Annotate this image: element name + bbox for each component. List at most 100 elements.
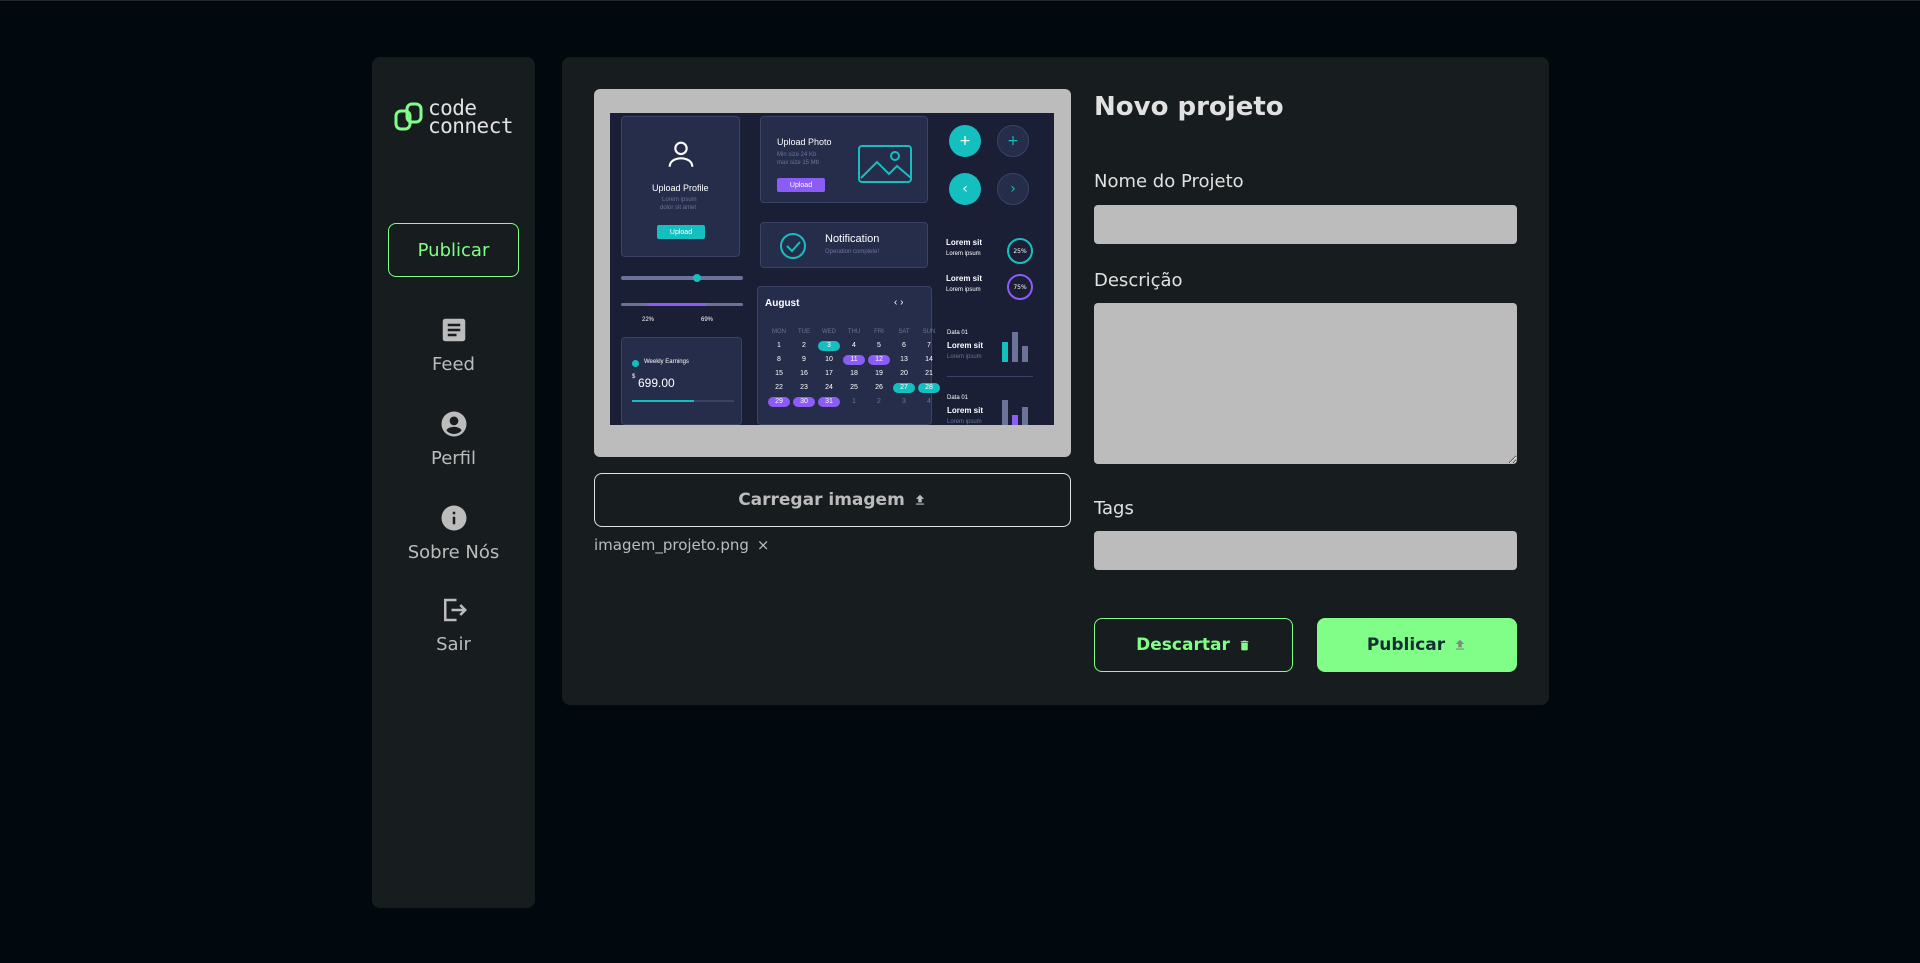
preview-earnings-amount: 699.00 — [638, 376, 675, 390]
info-icon — [441, 505, 466, 531]
preview-stat2-title: Lorem sit — [946, 274, 983, 283]
check-circle-icon — [780, 233, 806, 259]
calendar-day: 4 — [927, 398, 931, 405]
tags-input[interactable] — [1094, 531, 1517, 570]
trash-icon — [1240, 640, 1249, 650]
sidebar-item-label: Sair — [436, 634, 471, 655]
calendar-day-header: MON — [772, 329, 786, 335]
logo-text: code connect — [427, 98, 514, 138]
calendar-day: 3 — [818, 341, 840, 351]
preview-next-button-outline: › — [997, 173, 1029, 205]
sidebar-item-perfil[interactable]: Perfil — [388, 409, 519, 469]
preview-slider-track — [621, 276, 743, 280]
code-connect-logo-icon — [394, 102, 423, 131]
preview-stat1-title: Lorem sit — [946, 238, 983, 247]
calendar-day: 20 — [900, 370, 908, 377]
preview-calendar: August ‹ › MON TUE WED THU FRI SAT SUN 1 2 3 4 5 6 7 8… — [757, 286, 940, 425]
logo[interactable]: code connect — [394, 98, 514, 138]
preview-bar — [1012, 415, 1018, 425]
calendar-day: 1 — [852, 398, 856, 405]
calendar-day: 2 — [802, 342, 806, 349]
preview-bar — [1002, 342, 1008, 362]
sidebar-publish-button[interactable]: Publicar — [388, 223, 519, 277]
calendar-day: 14 — [925, 356, 933, 363]
preview-bars2-date: Data 01 — [947, 395, 969, 401]
calendar-day: 27 — [893, 383, 915, 393]
preview-range-low: 22% — [642, 317, 655, 323]
project-name-input[interactable] — [1094, 205, 1517, 244]
project-image-preview: Upload Profile Lorem ipsum dolor sit ame… — [610, 113, 1054, 425]
project-name-label: Nome do Projeto — [1094, 171, 1244, 192]
preview-bar — [1012, 332, 1018, 362]
calendar-day: 17 — [825, 370, 833, 377]
preview-upload-profile-desc1: Lorem ipsum — [662, 197, 697, 203]
preview-upload-photo-card: Upload Photo Min size 24 Kb max size 15 … — [760, 116, 928, 203]
logout-icon — [443, 598, 467, 622]
sidebar: code connect Publicar Feed Perfil Sobre … — [372, 57, 535, 908]
calendar-day: 25 — [850, 384, 858, 391]
upload-image-button[interactable]: Carregar imagem — [594, 473, 1071, 527]
calendar-day-header: SUN — [922, 329, 936, 335]
calendar-day: 13 — [900, 356, 908, 363]
calendar-day: 5 — [877, 342, 881, 349]
calendar-day: 16 — [800, 370, 808, 377]
upload-icon — [1456, 639, 1465, 650]
preview-calendar-month: August — [765, 298, 800, 309]
preview-bars2-title: Lorem sit — [947, 406, 984, 415]
preview-plus-button-outline: + — [997, 125, 1029, 157]
preview-bars2-sub: Lorem ipsum — [947, 419, 982, 425]
uploaded-file-name: imagem_projeto.png — [594, 536, 749, 554]
preview-stat2-ring: 75% — [1007, 274, 1033, 300]
calendar-day: 8 — [777, 356, 781, 363]
preview-bar — [1022, 407, 1028, 425]
preview-upload-photo-line1: Min size 24 Kb — [777, 152, 817, 158]
preview-upload-profile-button: Upload — [657, 225, 705, 239]
description-textarea[interactable] — [1094, 303, 1517, 464]
remove-file-icon[interactable]: × — [757, 536, 770, 554]
preview-calendar-nav: ‹ › — [894, 297, 904, 308]
sidebar-item-feed[interactable]: Feed — [388, 315, 519, 375]
calendar-day: 31 — [818, 397, 840, 407]
calendar-day: 12 — [868, 355, 890, 365]
calendar-day: 6 — [902, 342, 906, 349]
new-project-panel: Upload Profile Lorem ipsum dolor sit ame… — [562, 57, 1549, 705]
preview-stat1-sub: Lorem ipsum — [946, 251, 981, 257]
discard-label: Descartar — [1136, 635, 1230, 655]
preview-earnings-currency: $ — [632, 374, 636, 380]
sidebar-item-label: Perfil — [430, 448, 477, 469]
preview-earnings-label: Weekly Earnings — [644, 359, 689, 365]
sidebar-item-sair[interactable]: Sair — [388, 595, 519, 655]
calendar-day: 4 — [852, 342, 856, 349]
upload-icon — [915, 494, 924, 505]
tags-label: Tags — [1094, 498, 1134, 519]
preview-calendar-grid: MON TUE WED THU FRI SAT SUN 1 2 3 4 5 6 7 8 9 10 11 12 13 14… — [768, 327, 940, 407]
preview-notification-subtitle: Operation complete! — [825, 249, 880, 255]
preview-earnings-dot — [632, 360, 639, 367]
calendar-day-header: THU — [847, 329, 861, 335]
preview-upload-profile-title: Upload Profile — [652, 183, 709, 193]
document-icon — [442, 318, 465, 342]
calendar-day-header: FRI — [874, 329, 884, 335]
calendar-day: 29 — [768, 397, 790, 407]
preview-bar — [1002, 400, 1008, 425]
publish-button[interactable]: Publicar — [1317, 618, 1517, 672]
sidebar-item-label: Feed — [432, 354, 475, 375]
preview-bars1-title: Lorem sit — [947, 341, 984, 350]
preview-bars1-date: Data 01 — [947, 330, 969, 336]
preview-notification-title: Notification — [825, 233, 880, 245]
preview-bar — [1022, 346, 1028, 362]
image-preview-frame: Upload Profile Lorem ipsum dolor sit ame… — [594, 89, 1071, 457]
preview-earnings-fill — [632, 400, 694, 402]
logo-line-2: connect — [427, 114, 514, 138]
calendar-day-header: SAT — [898, 329, 910, 335]
upload-image-label: Carregar imagem — [738, 490, 905, 510]
calendar-day: 3 — [902, 398, 906, 405]
calendar-day: 23 — [800, 384, 808, 391]
calendar-day: 11 — [843, 355, 865, 365]
discard-button[interactable]: Descartar — [1094, 618, 1293, 672]
image-icon — [858, 145, 912, 183]
sidebar-item-sobre-nos[interactable]: Sobre Nós — [388, 503, 519, 563]
preview-stat2-sub: Lorem ipsum — [946, 287, 981, 293]
preview-upload-photo-button: Upload — [777, 178, 825, 192]
preview-notification-card: Notification Operation complete! — [760, 222, 928, 268]
